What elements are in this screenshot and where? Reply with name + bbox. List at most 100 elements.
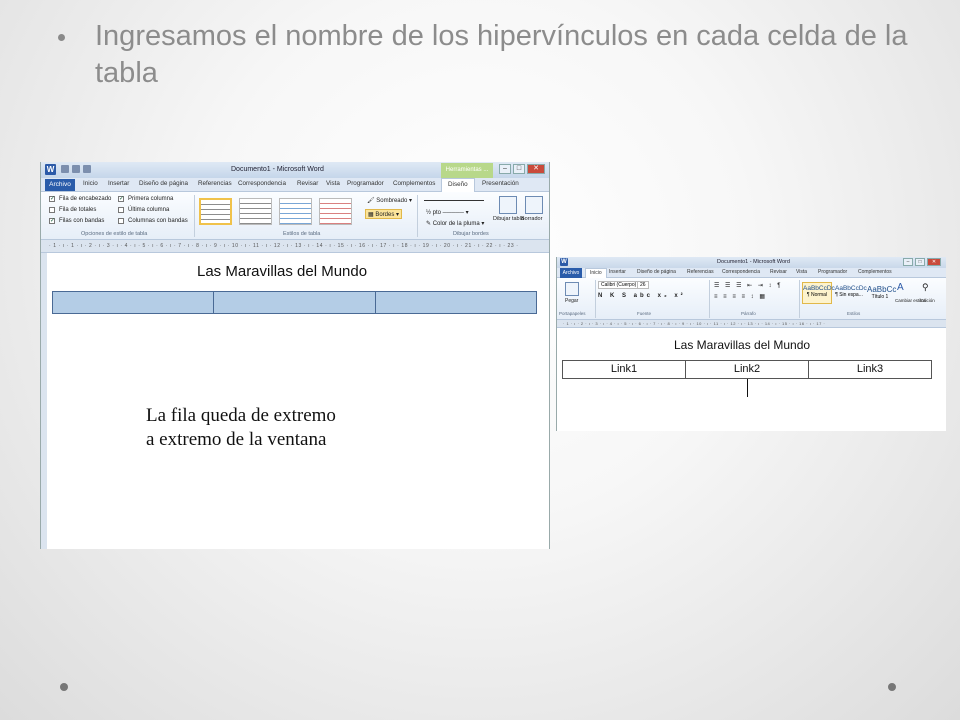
group-label-estilos: Estilos [847,311,861,316]
redo-icon[interactable] [83,165,91,173]
format-buttons[interactable]: N K S abc x₂ x² [598,293,686,299]
line-weight-select[interactable]: ½ pto ───── ▾ [424,208,471,218]
table-cell[interactable]: Link3 [809,361,931,378]
label-fila-encabezado: Fila de encabezado [59,196,112,202]
group-label-opciones: Opciones de estilo de tabla [81,231,148,237]
draw-table-label: Dibujar tabla [493,216,524,222]
tab-diseno[interactable]: Diseño [441,178,475,193]
ruler-marks: · 1 · ı · 2 · ı · 3 · ı · 4 · ı · 5 · ı … [563,321,826,326]
draw-table-icon[interactable] [499,196,517,214]
style-titulo-1[interactable]: AaBbCc Título 1 [866,282,897,304]
table-style-plain[interactable] [239,198,272,225]
table-style-grid[interactable] [199,198,232,225]
pen-color-label: Color de la pluma [432,221,480,227]
sombreado-label: Sombreado [376,198,408,204]
word-window-large: W Documento1 - Microsoft Word Herramient… [40,162,550,549]
tab-inicio[interactable]: Inicio [83,180,98,187]
checkbox-filas-bandas[interactable]: ✓ [49,218,55,224]
style-name: ¶ Normal [806,292,828,298]
font-size-select[interactable]: 26 [637,281,649,289]
document-table[interactable] [52,291,537,314]
checkbox-ultima-columna[interactable] [118,207,124,213]
tab-correspondencia[interactable]: Correspondencia [722,269,760,275]
group-label-portapapeles: Portapapeles [559,311,586,316]
find-icon[interactable]: ⚲ [922,282,929,293]
tab-vista[interactable]: Vista [326,180,340,187]
bordes-button[interactable]: ▦ Bordes ▾ [365,209,403,219]
checkbox-fila-totales[interactable] [49,207,55,213]
style-sin-espaciado[interactable]: AaBbCcDc ¶ Sin espa... [834,282,867,304]
tab-complementos[interactable]: Complementos [858,269,892,275]
minimize-button[interactable]: – [903,258,913,266]
table-cell[interactable]: Link2 [686,361,809,378]
change-styles-icon[interactable]: A [897,282,904,293]
checkbox-primera-columna[interactable]: ✓ [118,196,124,202]
table-style-blue[interactable] [279,198,312,225]
tab-revisar[interactable]: Revisar [770,269,787,275]
tab-complementos[interactable]: Complementos [393,180,435,187]
tab-insertar[interactable]: Insertar [609,269,626,275]
tab-programador[interactable]: Programador [818,269,847,275]
document-title: Las Maravillas del Mundo [674,338,811,352]
table-cell[interactable] [53,292,215,313]
ribbon-inicio: Pegar Portapapeles Calibri (Cuerpo) 26 N… [557,278,946,320]
tab-diseno-pagina[interactable]: Diseño de página [637,269,676,275]
document-page[interactable]: Las Maravillas del Mundo Link1 Link2 Lin… [557,328,946,430]
font-name-select[interactable]: Calibri (Cuerpo) [598,281,640,289]
minimize-button[interactable]: – [499,164,511,174]
maximize-button[interactable]: □ [915,258,925,266]
tab-programador[interactable]: Programador [347,180,384,187]
tab-diseno-pagina[interactable]: Diseño de página [139,180,188,187]
table-cell[interactable]: Link1 [563,361,686,378]
title-bar: W Documento1 - Microsoft Word – □ ✕ [557,257,946,268]
undo-icon[interactable] [72,165,80,173]
close-button[interactable]: ✕ [927,258,941,266]
word-app-icon: W [560,258,568,266]
tab-archivo[interactable]: Archivo [560,268,582,278]
caption-line: a extremo de la ventana [146,429,327,450]
checkbox-fila-encabezado[interactable]: ✓ [49,196,55,202]
document-table[interactable]: Link1 Link2 Link3 [562,360,932,379]
style-normal[interactable]: AaBbCcDc ¶ Normal [802,282,835,304]
tab-revisar[interactable]: Revisar [297,180,318,187]
border-icon: ▦ [368,212,374,218]
group-label-parrafo: Párrafo [741,311,756,316]
pen-color-button[interactable]: ✎ Color de la pluma ▾ [424,219,486,229]
eraser-icon[interactable] [525,196,543,214]
tab-presentacion[interactable]: Presentación [482,180,519,187]
table-cell[interactable] [214,292,376,313]
checkbox-columnas-bandas[interactable] [118,218,124,224]
label-filas-bandas: Filas con bandas [59,218,105,224]
eraser-label: Borrador [521,216,543,222]
tab-referencias[interactable]: Referencias [198,180,232,187]
style-sample: AaBbCcDc [835,285,867,292]
title-bar: W Documento1 - Microsoft Word Herramient… [41,162,549,178]
maximize-button[interactable]: □ [513,164,525,174]
style-name: ¶ Sin espa... [835,292,863,298]
word-app-icon: W [45,164,56,175]
line-style-select[interactable] [424,200,484,201]
style-sample: AaBbCc [867,285,897,294]
label-primera-columna: Primera columna [128,196,174,202]
close-button[interactable]: ✕ [527,164,545,174]
ruler[interactable]: · 1 · ı · 2 · ı · 3 · ı · 4 · ı · 5 · ı … [557,320,946,328]
table-style-red[interactable] [319,198,352,225]
tab-archivo[interactable]: Archivo [45,179,75,191]
edicion-label: Edición [920,298,935,303]
group-separator [417,195,418,237]
document-page[interactable]: Las Maravillas del Mundo [41,253,549,549]
paste-icon[interactable] [565,282,579,296]
tab-correspondencia[interactable]: Correspondencia [238,180,286,187]
table-cell[interactable] [376,292,536,313]
tab-vista[interactable]: Vista [796,269,807,275]
save-icon[interactable] [61,165,69,173]
word-window-small: W Documento1 - Microsoft Word – □ ✕ Arch… [556,257,946,431]
tab-insertar[interactable]: Insertar [108,180,129,187]
context-tab-herramientas[interactable]: Herramientas ... [441,163,493,178]
label-columnas-bandas: Columnas con bandas [128,218,188,224]
sombreado-button[interactable]: 🖌 Sombreado ▾ [365,196,414,206]
align-buttons[interactable]: ≡ ≡ ≡ ≡ ↕ ▦ [714,293,767,300]
tab-referencias[interactable]: Referencias [687,269,714,275]
list-buttons[interactable]: ☰ ☰ ☰ ⇤ ⇥ ↕ ¶ [714,282,782,289]
ruler[interactable]: · 1 · ı · 1 · ı · 2 · ı · 3 · ı · 4 · ı … [41,240,549,253]
